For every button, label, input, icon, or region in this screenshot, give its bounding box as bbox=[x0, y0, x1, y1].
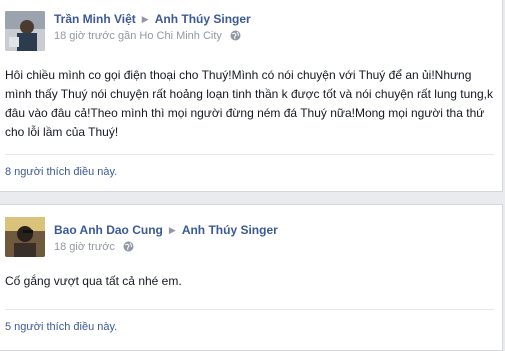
divider bbox=[5, 154, 494, 155]
triangle-right-icon: ▶ bbox=[168, 225, 176, 235]
likes-count[interactable]: 5 người thích điều này. bbox=[5, 321, 117, 333]
post-header: Bao Anh Dao Cung ▶ Anh Thúy Singer 18 giờ … bbox=[54, 223, 278, 255]
triangle-right-icon: ▶ bbox=[141, 14, 149, 24]
avatar-image bbox=[5, 11, 45, 51]
post-header: Trần Minh Việt ▶ Anh Thúy Singer 18 giờ tr… bbox=[54, 12, 251, 44]
author-link[interactable]: Trần Minh Việt bbox=[54, 12, 136, 26]
post-card: Trần Minh Việt ▶ Anh Thúy Singer 18 giờ tr… bbox=[0, 0, 503, 192]
timestamp[interactable]: 18 giờ trước bbox=[54, 241, 115, 253]
target-link[interactable]: Anh Thúy Singer bbox=[155, 12, 251, 26]
avatar-image bbox=[5, 217, 45, 257]
post-card: Bao Anh Dao Cung ▶ Anh Thúy Singer 18 giờ … bbox=[0, 204, 503, 351]
avatar[interactable] bbox=[5, 217, 45, 257]
target-link[interactable]: Anh Thúy Singer bbox=[182, 223, 278, 237]
globe-icon[interactable] bbox=[123, 241, 134, 255]
post-text: Hôi chiều mình co gọi điện thoại cho Thu… bbox=[5, 68, 493, 139]
likes-count[interactable]: 8 người thích điều này. bbox=[5, 166, 117, 178]
author-link[interactable]: Bao Anh Dao Cung bbox=[54, 223, 163, 237]
timestamp[interactable]: 18 giờ trước bbox=[54, 30, 115, 42]
location-text[interactable]: gần Ho Chi Minh City bbox=[118, 30, 222, 42]
avatar[interactable] bbox=[5, 11, 45, 51]
globe-icon[interactable] bbox=[230, 30, 241, 44]
post-text: Cố gắng vượt qua tất cả nhé em. bbox=[5, 274, 182, 288]
likes-summary[interactable]: 8 người thích điều này. bbox=[5, 166, 117, 178]
likes-summary[interactable]: 5 người thích điều này. bbox=[5, 321, 117, 333]
divider bbox=[5, 309, 494, 310]
